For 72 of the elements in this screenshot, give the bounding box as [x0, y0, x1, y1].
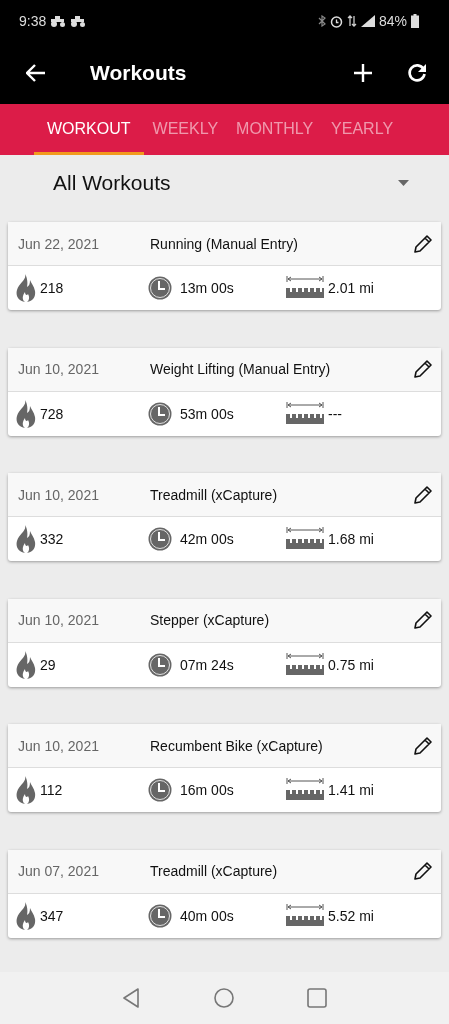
distance-value: 5.52 mi [328, 907, 374, 924]
workout-filter-dropdown[interactable]: All Workouts [46, 168, 409, 198]
edit-button[interactable] [411, 608, 435, 632]
calories-value: 332 [40, 531, 64, 547]
distance-value: 0.75 mi [328, 656, 374, 673]
workout-date: Jun 10, 2021 [18, 486, 100, 503]
pencil-icon [414, 485, 432, 504]
workout-date: Jun 10, 2021 [18, 361, 100, 377]
square-recents-icon [306, 988, 327, 1008]
distance-value: 1.41 mi [328, 782, 374, 798]
tractor-icon [70, 15, 87, 27]
tab[interactable]: MONTHLY [227, 104, 323, 155]
workout-date: Jun 10, 2021 [18, 737, 100, 754]
duration-value: 07m 24s [180, 656, 234, 673]
edit-button[interactable] [411, 357, 435, 381]
clock-time: 9:38 [19, 13, 47, 29]
duration-value: 13m 00s [180, 280, 234, 296]
signal-icon [360, 15, 375, 27]
flame-icon [16, 399, 36, 428]
back-arrow-icon [26, 64, 46, 82]
duration-value: 42m 00s [180, 531, 234, 547]
battery-icon [411, 14, 419, 28]
flame-icon [16, 901, 36, 930]
dropdown-caret-icon [398, 180, 409, 186]
distance-value: --- [328, 405, 342, 422]
flame-icon [16, 274, 36, 302]
distance-value: 2.01 mi [328, 280, 374, 296]
duration-value: 16m 00s [180, 782, 234, 798]
clock-icon [148, 276, 172, 300]
calories-value: 347 [40, 907, 64, 924]
tab[interactable]: YEARLY [322, 104, 403, 155]
refresh-icon [407, 63, 427, 83]
distance-value: 1.68 mi [328, 531, 374, 547]
workout-name: Recumbent Bike (xCapture) [150, 737, 324, 754]
plus-icon [353, 63, 373, 83]
workout-name: Treadmill (xCapture) [150, 863, 279, 879]
tractor-icon [50, 15, 67, 27]
tab[interactable]: WORKOUT [34, 104, 144, 155]
clock-icon [148, 778, 172, 802]
clock-icon [148, 903, 172, 928]
workout-date: Jun 10, 2021 [18, 612, 100, 628]
alarm-icon [329, 14, 343, 28]
edit-button[interactable] [411, 859, 435, 883]
circle-home-icon [214, 988, 235, 1008]
bluetooth-icon [317, 15, 326, 27]
calories-value: 112 [40, 782, 63, 798]
clock-icon [148, 401, 172, 426]
pencil-icon [414, 360, 432, 378]
calories-value: 29 [40, 656, 56, 673]
flame-icon [16, 650, 36, 679]
workout-name: Treadmill (xCapture) [150, 486, 279, 503]
data-arrows-icon [346, 15, 357, 27]
pencil-icon [414, 234, 432, 253]
calories-value: 218 [40, 280, 64, 296]
pencil-icon [414, 736, 432, 755]
flame-icon [16, 776, 36, 804]
tab[interactable]: WEEKLY [143, 104, 228, 155]
clock-icon [148, 527, 172, 551]
pencil-icon [414, 611, 432, 629]
duration-value: 40m 00s [180, 907, 234, 924]
workout-name: Stepper (xCapture) [150, 612, 271, 628]
workout-name: Weight Lifting (Manual Entry) [150, 361, 332, 377]
screen-title: Workouts [90, 61, 188, 85]
workout-date: Jun 07, 2021 [18, 863, 100, 879]
duration-value: 53m 00s [180, 405, 234, 422]
clock-icon [148, 652, 172, 677]
calories-value: 728 [40, 405, 64, 422]
pencil-icon [414, 862, 432, 880]
flame-icon [16, 525, 36, 553]
workout-name: Running (Manual Entry) [150, 235, 299, 252]
workout-date: Jun 22, 2021 [18, 235, 100, 252]
battery-percent: 84% [378, 13, 407, 29]
